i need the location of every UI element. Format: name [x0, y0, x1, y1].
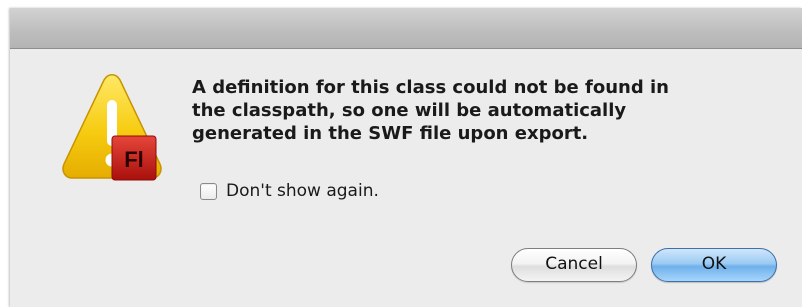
flash-badge-icon: Fl — [111, 135, 157, 181]
cancel-button[interactable]: Cancel — [511, 248, 637, 282]
alert-dialog: Fl A definition for this class could not… — [10, 8, 802, 307]
alert-message: A definition for this class could not be… — [192, 77, 669, 144]
dont-show-again-label[interactable]: Don't show again. — [226, 181, 379, 201]
dont-show-again-checkbox[interactable] — [200, 182, 217, 200]
ok-button[interactable]: OK — [651, 248, 777, 282]
dont-show-again-checkbox-row[interactable]: Don't show again. — [200, 178, 379, 204]
dialog-titlebar — [10, 8, 802, 49]
flash-badge-text: Fl — [124, 147, 144, 172]
page: Fl A definition for this class could not… — [0, 0, 802, 307]
flash-warning-icon: Fl — [62, 74, 162, 181]
